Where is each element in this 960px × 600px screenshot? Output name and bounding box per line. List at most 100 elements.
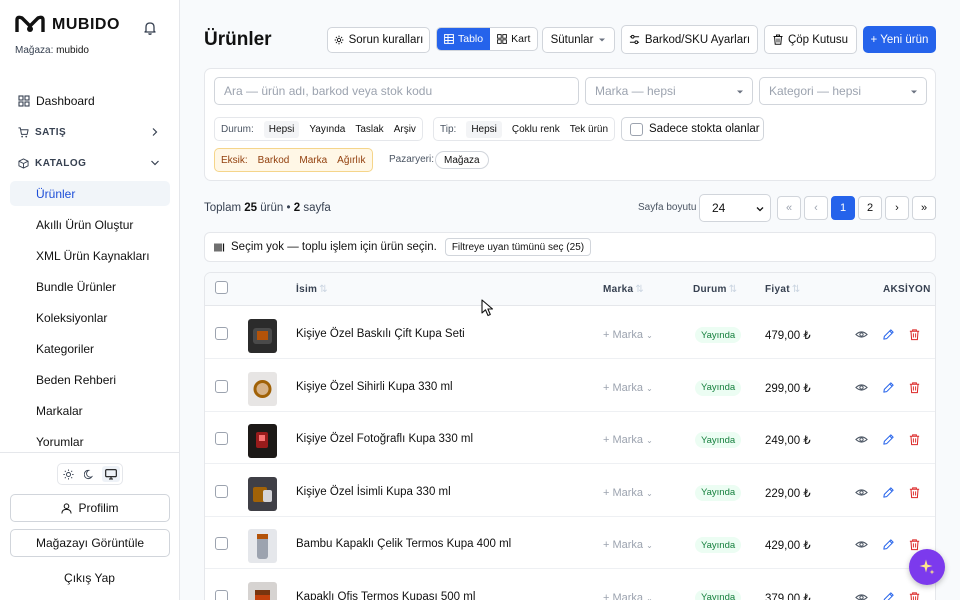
product-name[interactable]: Kişiye Özel Baskılı Çift Kupa Seti [296, 328, 465, 340]
row-checkbox[interactable] [215, 589, 228, 600]
page-prev-button[interactable]: ‹ [804, 196, 828, 220]
add-brand-button[interactable]: + Marka ⌄ [603, 434, 653, 446]
status-option-all[interactable]: Hepsi [263, 120, 300, 138]
columns-button[interactable]: Sütunlar [542, 27, 615, 53]
product-name[interactable]: Kişiye Özel Fotoğraflı Kupa 330 ml [296, 433, 473, 445]
delete-icon[interactable] [908, 538, 921, 551]
sidebar-section-catalog[interactable]: KATALOG [10, 150, 170, 176]
theme-system-button[interactable] [102, 466, 121, 482]
page-size-select[interactable]: 24 [699, 194, 771, 222]
edit-icon[interactable] [882, 486, 895, 499]
sidebar-item-size-guide[interactable]: Beden Rehberi [10, 367, 170, 392]
bell-icon[interactable] [142, 20, 158, 36]
sidebar-item-xml-sources[interactable]: XML Ürün Kaynakları [10, 243, 170, 268]
product-thumbnail[interactable] [248, 581, 277, 600]
page-last-button[interactable]: » [912, 196, 936, 220]
view-table-button[interactable]: Tablo [437, 28, 491, 50]
table-row[interactable]: Kişiye Özel Sihirli Kupa 330 ml + Marka ⌄… [205, 360, 935, 412]
add-brand-button[interactable]: + Marka ⌄ [603, 592, 653, 600]
product-name[interactable]: Kapaklı Ofis Termos Kupası 500 ml [296, 591, 475, 600]
table-row[interactable]: Kapaklı Ofis Termos Kupası 500 ml + Marka… [205, 570, 935, 600]
add-brand-button[interactable]: + Marka ⌄ [603, 329, 653, 341]
sidebar-section-sales[interactable]: SATIŞ [10, 119, 170, 145]
row-checkbox[interactable] [215, 484, 228, 498]
column-price[interactable]: Fiyat ⇅ [765, 284, 801, 295]
delete-icon[interactable] [908, 328, 921, 341]
theme-light-button[interactable] [60, 466, 78, 482]
type-option-all[interactable]: Hepsi [466, 120, 502, 138]
missing-option-brand[interactable]: Marka [299, 152, 327, 169]
marketplace-pill[interactable]: Mağaza [435, 151, 489, 169]
eye-icon[interactable] [855, 328, 868, 341]
row-checkbox[interactable] [215, 327, 228, 340]
missing-option-weight[interactable]: Ağırlık [337, 152, 365, 169]
table-row[interactable]: Kişiye Özel Baskılı Çift Kupa Seti + Mark… [205, 307, 935, 359]
trash-button[interactable]: Çöp Kutusu [764, 25, 857, 54]
logout-link[interactable]: Çıkış Yap [0, 571, 179, 585]
edit-icon[interactable] [882, 538, 895, 551]
product-thumbnail[interactable] [248, 371, 277, 406]
brand[interactable]: MUBIDO [14, 14, 120, 36]
new-product-button[interactable]: + Yeni ürün [863, 26, 936, 53]
eye-icon[interactable] [855, 538, 868, 551]
missing-option-barcode[interactable]: Barkod [258, 152, 290, 169]
add-brand-button[interactable]: + Marka ⌄ [603, 382, 653, 394]
category-select[interactable]: Kategori — hepsi [759, 77, 927, 105]
column-name[interactable]: İsim ⇅ [296, 284, 328, 295]
table-row[interactable]: Kişiye Özel Fotoğraflı Kupa 330 ml + Mark… [205, 412, 935, 464]
brand-select[interactable]: Marka — hepsi [585, 77, 753, 105]
add-brand-button[interactable]: + Marka ⌄ [603, 487, 653, 499]
delete-icon[interactable] [908, 486, 921, 499]
sidebar-item-brands[interactable]: Markalar [10, 398, 170, 423]
eye-icon[interactable] [855, 591, 868, 600]
row-checkbox[interactable] [215, 379, 228, 393]
eye-icon[interactable] [855, 486, 868, 499]
checkbox[interactable] [630, 122, 643, 136]
sidebar-item-products[interactable]: Ürünler [10, 181, 170, 206]
page-2-button[interactable]: 2 [858, 196, 882, 220]
page-first-button[interactable]: « [777, 196, 801, 220]
sidebar-item-categories[interactable]: Kategoriler [10, 336, 170, 361]
delete-icon[interactable] [908, 591, 921, 600]
select-all-button[interactable]: Filtreye uyan tümünü seç (25) [444, 238, 592, 256]
edit-icon[interactable] [882, 381, 895, 394]
product-thumbnail[interactable] [248, 529, 277, 563]
product-thumbnail[interactable] [248, 476, 277, 511]
eye-icon[interactable] [855, 381, 868, 394]
page-1-button[interactable]: 1 [831, 196, 855, 220]
select-all-checkbox[interactable] [215, 281, 228, 294]
column-brand[interactable]: Marka ⇅ [603, 284, 644, 295]
row-checkbox[interactable] [215, 432, 228, 445]
view-store-button[interactable]: Mağazayı Görüntüle [10, 529, 170, 557]
search-input[interactable]: Ara — ürün adı, barkod veya stok kodu [214, 77, 579, 105]
edit-icon[interactable] [882, 591, 895, 600]
page-next-button[interactable]: › [885, 196, 909, 220]
product-name[interactable]: Kişiye Özel Sihirli Kupa 330 ml [296, 381, 453, 393]
sidebar-item-smart-product[interactable]: Akıllı Ürün Oluştur [10, 212, 170, 237]
theme-dark-button[interactable] [81, 466, 99, 482]
rules-button[interactable]: Sorun kuralları [327, 27, 430, 53]
product-thumbnail[interactable] [248, 424, 277, 458]
ai-assistant-button[interactable] [909, 549, 945, 585]
row-checkbox[interactable] [215, 537, 228, 550]
edit-icon[interactable] [882, 328, 895, 341]
in-stock-checkbox[interactable]: Sadece stokta olanlar [621, 117, 764, 141]
delete-icon[interactable] [908, 381, 921, 394]
add-brand-button[interactable]: + Marka ⌄ [603, 539, 653, 551]
type-option-single[interactable]: Tek ürün [570, 121, 608, 138]
product-name[interactable]: Bambu Kapaklı Çelik Termos Kupa 400 ml [296, 538, 511, 550]
profile-button[interactable]: Profilim [10, 494, 170, 522]
status-option-draft[interactable]: Taslak [355, 121, 383, 138]
sidebar-item-collections[interactable]: Koleksiyonlar [10, 305, 170, 330]
product-name[interactable]: Kişiye Özel İsimli Kupa 330 ml [296, 486, 451, 498]
eye-icon[interactable] [855, 433, 868, 446]
status-option-archive[interactable]: Arşiv [394, 121, 416, 138]
product-thumbnail[interactable] [248, 319, 277, 353]
view-card-button[interactable]: Kart [490, 28, 537, 50]
column-status[interactable]: Durum ⇅ [693, 284, 737, 295]
table-row[interactable]: Bambu Kapaklı Çelik Termos Kupa 400 ml + … [205, 517, 935, 569]
edit-icon[interactable] [882, 433, 895, 446]
status-option-published[interactable]: Yayında [309, 121, 345, 138]
sidebar-item-dashboard[interactable]: Dashboard [10, 88, 170, 113]
sidebar-item-reviews[interactable]: Yorumlar [10, 429, 170, 454]
